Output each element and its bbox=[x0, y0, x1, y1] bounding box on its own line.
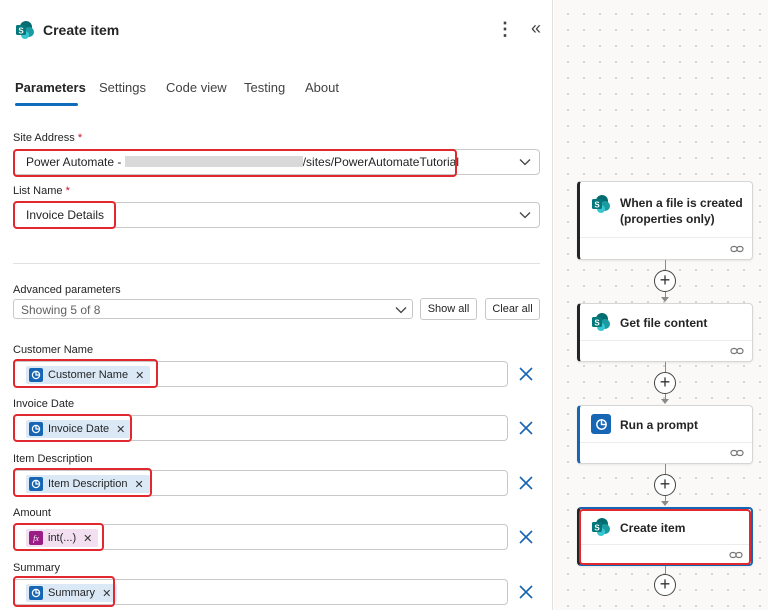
connector-line bbox=[665, 464, 666, 474]
site-address-label: Site Address * bbox=[13, 132, 83, 144]
close-icon[interactable] bbox=[517, 419, 535, 437]
list-name-highlight bbox=[13, 201, 116, 229]
step-title: Run a prompt bbox=[620, 418, 698, 432]
close-icon[interactable] bbox=[517, 583, 535, 601]
sharepoint-icon: S bbox=[16, 21, 34, 39]
svg-text:S: S bbox=[18, 27, 24, 36]
tab-parameters[interactable]: Parameters bbox=[15, 80, 86, 95]
add-step-button[interactable]: + bbox=[654, 270, 676, 292]
ai-prompt-icon bbox=[591, 414, 611, 434]
flow-canvas[interactable]: S When a file is created (properties onl… bbox=[554, 0, 768, 610]
sharepoint-icon: S bbox=[592, 195, 610, 213]
link-icon bbox=[730, 245, 744, 253]
invoice-date-highlight bbox=[13, 414, 132, 442]
close-icon[interactable] bbox=[517, 474, 535, 492]
tab-about[interactable]: About bbox=[305, 80, 339, 95]
chevron-down-icon bbox=[519, 159, 531, 166]
arrow-down-icon bbox=[661, 501, 669, 506]
amount-label: Amount bbox=[13, 507, 51, 519]
section-divider bbox=[13, 263, 540, 264]
step-title: Get file content bbox=[620, 316, 708, 330]
create-item-highlight bbox=[579, 509, 751, 565]
arrow-down-icon bbox=[661, 399, 669, 404]
tab-code-view[interactable]: Code view bbox=[166, 80, 227, 95]
close-icon[interactable] bbox=[517, 528, 535, 546]
advanced-parameters-dropdown[interactable]: Showing 5 of 8 bbox=[13, 299, 413, 319]
sharepoint-icon: S bbox=[592, 313, 610, 331]
add-step-button[interactable]: + bbox=[654, 574, 676, 596]
advanced-parameters-label: Advanced parameters bbox=[13, 284, 121, 296]
svg-text:S: S bbox=[594, 319, 600, 328]
arrow-down-icon bbox=[661, 297, 669, 302]
summary-label: Summary bbox=[13, 562, 61, 574]
flow-step-get-file-content[interactable]: S Get file content bbox=[577, 303, 753, 362]
card-divider bbox=[580, 442, 752, 443]
customer-name-highlight bbox=[13, 359, 158, 388]
tab-testing[interactable]: Testing bbox=[244, 80, 285, 95]
active-tab-indicator bbox=[15, 103, 78, 106]
card-divider bbox=[580, 340, 752, 341]
invoice-date-label: Invoice Date bbox=[13, 398, 75, 410]
show-all-button[interactable]: Show all bbox=[420, 298, 477, 320]
panel-header: S Create item ⋮ « bbox=[0, 0, 552, 58]
chevron-down-icon bbox=[519, 212, 531, 219]
amount-highlight bbox=[13, 523, 104, 551]
card-divider bbox=[580, 237, 752, 238]
add-step-button[interactable]: + bbox=[654, 474, 676, 496]
flow-step-run-a-prompt[interactable]: Run a prompt bbox=[577, 405, 753, 464]
advanced-parameters-value: Showing 5 of 8 bbox=[21, 303, 101, 317]
flow-step-trigger[interactable]: S When a file is created (properties onl… bbox=[577, 181, 753, 260]
collapse-panel-icon[interactable]: « bbox=[526, 18, 546, 40]
connector-line bbox=[665, 260, 666, 270]
item-description-label: Item Description bbox=[13, 453, 93, 465]
connector-line bbox=[665, 362, 666, 372]
clear-all-button[interactable]: Clear all bbox=[485, 298, 540, 320]
step-title: When a file is created (properties only) bbox=[620, 196, 743, 226]
action-details-panel: S Create item ⋮ « Parameters Settings Co… bbox=[0, 0, 553, 610]
tab-settings[interactable]: Settings bbox=[99, 80, 146, 95]
svg-text:S: S bbox=[594, 201, 600, 210]
list-name-label: List Name * bbox=[13, 185, 70, 197]
more-options-icon[interactable]: ⋮ bbox=[496, 19, 514, 41]
chevron-down-icon bbox=[395, 307, 407, 314]
item-description-highlight bbox=[13, 468, 152, 497]
panel-title: Create item bbox=[43, 22, 120, 38]
link-icon bbox=[730, 347, 744, 355]
link-icon bbox=[730, 449, 744, 457]
close-icon[interactable] bbox=[517, 365, 535, 383]
add-step-button[interactable]: + bbox=[654, 372, 676, 394]
customer-name-label: Customer Name bbox=[13, 344, 94, 356]
summary-highlight bbox=[13, 576, 115, 607]
site-address-highlight bbox=[13, 149, 457, 177]
connector-line bbox=[665, 566, 666, 574]
